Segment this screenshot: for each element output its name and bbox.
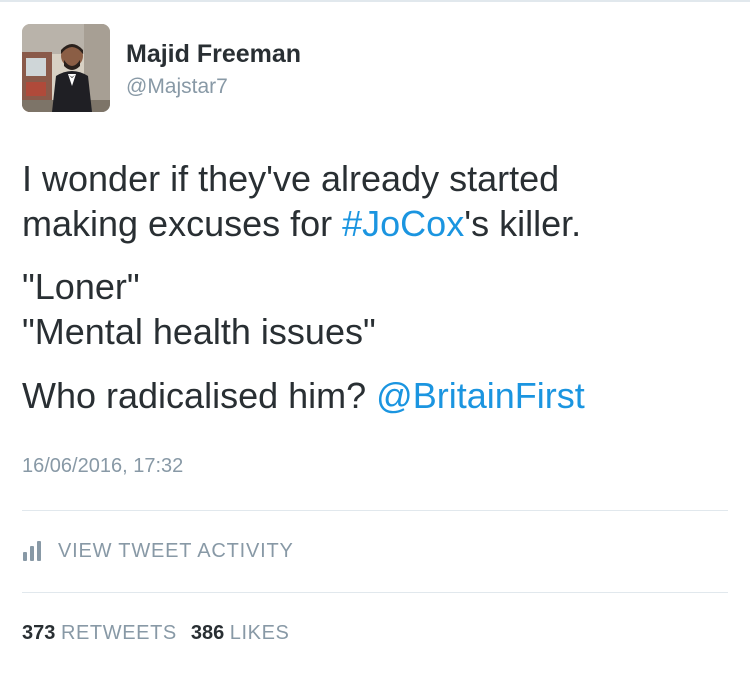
- hashtag-link[interactable]: #JoCox: [342, 203, 464, 244]
- tweet-line: I wonder if they've already started makin…: [22, 158, 582, 244]
- divider: [22, 592, 728, 593]
- author-name[interactable]: Majid Freeman: [126, 40, 301, 69]
- view-tweet-activity-button[interactable]: VIEW TWEET ACTIVITY: [22, 536, 294, 566]
- tweet-timestamp[interactable]: 16/06/2016, 17:32: [22, 455, 183, 478]
- retweets-count: 373: [22, 622, 56, 644]
- likes-label: LIKES: [229, 622, 290, 644]
- top-divider: [0, 0, 750, 2]
- tweet-text: I wonder if they've already started makin…: [22, 156, 732, 418]
- likes-count: 386: [190, 622, 225, 644]
- tweet-stats: 373 RETWEETS 386 LIKES: [22, 622, 290, 645]
- bar-chart-icon: [22, 540, 44, 562]
- retweets-label: RETWEETS: [60, 622, 177, 644]
- avatar[interactable]: [22, 24, 110, 112]
- view-tweet-activity-label: VIEW TWEET ACTIVITY: [58, 539, 294, 562]
- tweet-line: "Loner" "Mental health issues": [22, 266, 376, 352]
- divider: [22, 510, 728, 511]
- author-handle[interactable]: @Majstar7: [126, 75, 228, 99]
- tweet-line: Who radicalised him? @BritainFirst: [22, 375, 585, 416]
- retweets-stat[interactable]: 373 RETWEETS: [22, 622, 177, 644]
- likes-stat[interactable]: 386 LIKES: [191, 622, 290, 644]
- mention-link[interactable]: @BritainFirst: [376, 375, 585, 416]
